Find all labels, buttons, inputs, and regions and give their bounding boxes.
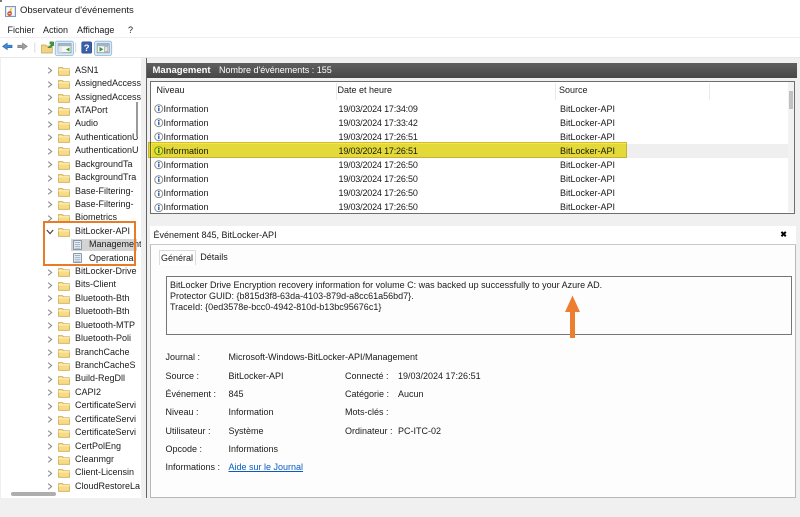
svg-text:?: ? — [84, 43, 90, 54]
